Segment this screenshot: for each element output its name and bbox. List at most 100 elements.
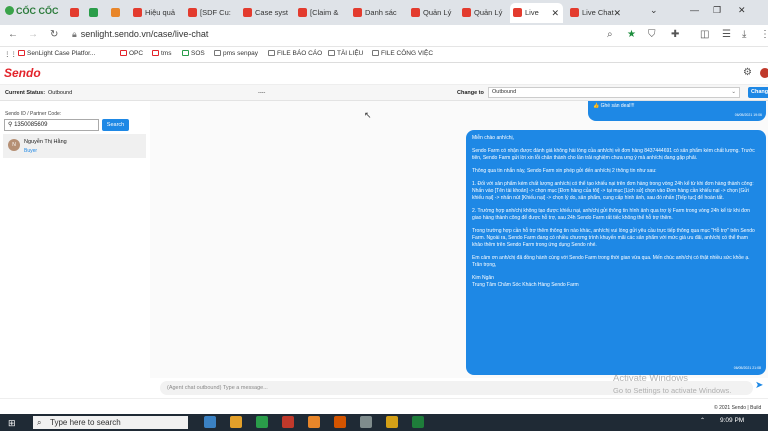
message-paragraph: Thông qua tin nhắn này, Sendo Farm xin p… bbox=[472, 168, 657, 174]
message-signature: Kim Ngân Trung Tâm Chăm Sóc Khách Hàng S… bbox=[472, 275, 579, 288]
taskbar-clock[interactable]: 9:09 PM bbox=[720, 417, 744, 424]
search-icon: ⌕ bbox=[37, 418, 42, 427]
folder-icon bbox=[268, 50, 275, 56]
sendo-favicon-icon bbox=[188, 8, 197, 17]
windows-taskbar: ⊞ ⌕ Type here to search ⌃ 9:09 PM bbox=[0, 414, 768, 431]
back-icon[interactable]: ← bbox=[8, 29, 18, 40]
bookmark-apps-icon[interactable]: ⋮⋮ bbox=[4, 50, 17, 58]
contact-avatar: N bbox=[8, 139, 20, 151]
extensions-icon[interactable]: ✚ bbox=[671, 29, 679, 40]
windows-activation-watermark: Activate Windows bbox=[613, 373, 688, 384]
change-to-select[interactable]: Outbound ⌄ bbox=[488, 87, 740, 98]
search-input[interactable]: ⚲ 1350085609 bbox=[4, 119, 99, 131]
avatar[interactable] bbox=[760, 68, 768, 78]
forward-icon[interactable]: → bbox=[28, 29, 38, 40]
tab-quan-ly-1[interactable]: Quản Lý bbox=[408, 3, 456, 23]
sidebar-icon[interactable]: ◫ bbox=[700, 29, 709, 40]
send-icon[interactable]: ➤ bbox=[755, 380, 763, 391]
search-button[interactable]: Search bbox=[102, 119, 129, 131]
change-to-label: Change to bbox=[457, 90, 484, 96]
folder-icon bbox=[372, 50, 379, 56]
browser-tab-bar: CỐC CỐC Hiệu quả [SDF Cu: Case syst [Cla… bbox=[0, 0, 768, 25]
bookmark-tms[interactable]: tms bbox=[152, 50, 171, 57]
tab-office[interactable] bbox=[108, 3, 122, 23]
message-paragraph: 1. Đối với sản phẩm kém chất lượng anh/c… bbox=[472, 181, 754, 201]
tab-case-system[interactable]: Case syst bbox=[240, 3, 292, 23]
sendo-favicon-icon bbox=[133, 8, 142, 17]
address-bar: ← → ↻ 🔒︎ senlight.sendo.vn/case/live-chat… bbox=[0, 25, 768, 47]
zoom-icon[interactable]: ⌕ bbox=[607, 29, 613, 40]
sendo-favicon-icon bbox=[353, 8, 362, 17]
message-paragraph: Trong trường hợp cần hỗ trợ thêm thông t… bbox=[472, 228, 755, 248]
bookmarks-bar: ⋮⋮ SenLight Case Platfor... OPC tms SOS … bbox=[0, 47, 768, 63]
explorer-icon[interactable] bbox=[230, 416, 242, 428]
bookmark-star-icon[interactable]: ★ bbox=[627, 29, 636, 40]
previous-message: 👍 Ghé sàn deal!!! 06/05/2021 19:06 bbox=[588, 101, 766, 121]
tab-quan-ly-2[interactable]: Quản Lý bbox=[459, 3, 507, 23]
bookmark-tai-lieu[interactable]: TÀI LIỆU bbox=[328, 50, 363, 57]
tray-icons[interactable]: ⌃ bbox=[700, 417, 705, 424]
reload-icon[interactable]: ↻ bbox=[50, 29, 58, 40]
tab-list-icon[interactable]: ⌄ bbox=[650, 5, 658, 16]
gear-icon[interactable]: ⚙ bbox=[743, 67, 752, 78]
minimize-icon[interactable]: — bbox=[690, 5, 699, 15]
app-header: Sendo ⚙ bbox=[0, 63, 768, 85]
app-taskbar-icon[interactable] bbox=[386, 416, 398, 428]
close-tab-icon[interactable]: ✕ bbox=[613, 3, 621, 23]
tab-sheets[interactable] bbox=[86, 3, 100, 23]
sendo-favicon-icon bbox=[298, 8, 307, 17]
app-taskbar-icon[interactable] bbox=[334, 416, 346, 428]
excel-icon[interactable] bbox=[412, 416, 424, 428]
customer-search-pane: Sendo ID / Partner Code: ⚲ 1350085609 Se… bbox=[0, 101, 150, 378]
message-timestamp: 06/05/2021 21:08 bbox=[733, 366, 761, 370]
download-icon[interactable]: ⤓ bbox=[742, 29, 746, 40]
browser-brand[interactable]: CỐC CỐC bbox=[5, 6, 59, 16]
tab-hieu-qua[interactable]: Hiệu quả bbox=[130, 3, 182, 23]
coccoc-logo-icon bbox=[5, 6, 14, 15]
taskbar-search[interactable]: ⌕ Type here to search bbox=[33, 416, 188, 429]
windows-start-icon[interactable]: ⊞ bbox=[8, 418, 16, 429]
menu-lines-icon[interactable]: ☰ bbox=[722, 29, 731, 40]
shield-icon[interactable]: ⛉ bbox=[648, 29, 656, 40]
sendo-id-label: Sendo ID / Partner Code: bbox=[5, 111, 62, 117]
restore-icon[interactable]: ❐ bbox=[713, 5, 721, 16]
window-close-icon[interactable]: ✕ bbox=[738, 5, 746, 16]
contact-list-item[interactable]: N Nguyễn Thị Hằng Buyer bbox=[3, 134, 146, 158]
bookmark-file-bao-cao[interactable]: FILE BÁO CÁO bbox=[268, 50, 322, 57]
tab-sdf[interactable]: [SDF Cu: bbox=[185, 3, 237, 23]
page-footer: © 2021 Sendo | Build bbox=[0, 398, 768, 414]
folder-icon bbox=[328, 50, 335, 56]
task-view-icon[interactable] bbox=[204, 416, 216, 428]
close-tab-icon[interactable]: ✕ bbox=[551, 3, 559, 23]
tab-claim[interactable]: [Claim & bbox=[295, 3, 347, 23]
app-taskbar-icon[interactable] bbox=[282, 416, 294, 428]
lock-icon: 🔒︎ bbox=[72, 29, 77, 39]
tab-live-chat[interactable]: Live Chat ✕ bbox=[567, 3, 625, 23]
bookmark-opc[interactable]: OPC bbox=[120, 50, 143, 57]
current-status-value: Outbound bbox=[48, 90, 73, 96]
sendo-favicon-icon bbox=[152, 50, 159, 56]
sendo-favicon-icon bbox=[570, 8, 579, 17]
coccoc-taskbar-icon[interactable] bbox=[256, 416, 268, 428]
change-button[interactable]: Change bbox=[748, 87, 768, 98]
office-icon bbox=[111, 8, 120, 17]
tab-danh-sach[interactable]: Danh sác bbox=[350, 3, 405, 23]
sendo-logo[interactable]: Sendo bbox=[4, 66, 41, 80]
sendo-favicon-icon bbox=[18, 50, 25, 56]
tab-gmail[interactable] bbox=[67, 3, 81, 23]
outbound-message: Miễn chào anh/chị, Sendo Farm có nhận đư… bbox=[466, 130, 766, 375]
bookmark-senlight[interactable]: SenLight Case Platfor... bbox=[18, 50, 95, 57]
sendo-favicon-icon bbox=[513, 8, 522, 17]
url-field[interactable]: 🔒︎ senlight.sendo.vn/case/live-chat bbox=[72, 29, 208, 40]
bookmark-file-cong-viec[interactable]: FILE CÔNG VIỆC bbox=[372, 50, 433, 57]
tab-live-active[interactable]: Live ✕ bbox=[510, 3, 563, 23]
sendo-favicon-icon bbox=[120, 50, 127, 56]
more-icon[interactable]: ⋮ bbox=[760, 29, 768, 40]
app-taskbar-icon[interactable] bbox=[308, 416, 320, 428]
bookmark-sos[interactable]: SOS bbox=[182, 50, 205, 57]
status-divider: ---- bbox=[258, 90, 266, 96]
app-taskbar-icon[interactable] bbox=[360, 416, 372, 428]
sendo-favicon-icon bbox=[411, 8, 420, 17]
bookmark-pms-senpay[interactable]: pms senpay bbox=[214, 50, 258, 57]
windows-activation-hint: Go to Settings to activate Windows. bbox=[613, 386, 732, 395]
